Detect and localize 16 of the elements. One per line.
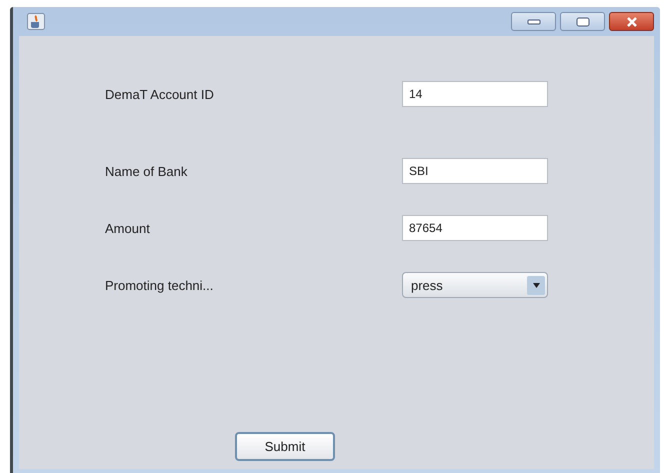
maximize-icon bbox=[576, 16, 590, 26]
text-field[interactable]: SBI bbox=[402, 158, 548, 184]
maximize-button[interactable] bbox=[560, 12, 605, 31]
coffee-cup-icon bbox=[27, 13, 45, 30]
close-icon bbox=[626, 16, 638, 26]
field-label: Amount bbox=[105, 220, 151, 236]
field-label: DemaT Account ID bbox=[105, 86, 215, 102]
field-label: Promoting techni... bbox=[105, 278, 214, 292]
minimize-icon bbox=[526, 18, 540, 24]
field-label: Name of Bank bbox=[105, 164, 188, 178]
minimize-button[interactable] bbox=[511, 12, 556, 31]
dropdown[interactable]: press bbox=[402, 272, 548, 298]
text-field[interactable]: 14 bbox=[402, 81, 548, 107]
text-field[interactable]: 87654 bbox=[402, 215, 548, 241]
close-button[interactable] bbox=[609, 12, 654, 31]
submit-button[interactable]: Submit bbox=[235, 432, 335, 461]
